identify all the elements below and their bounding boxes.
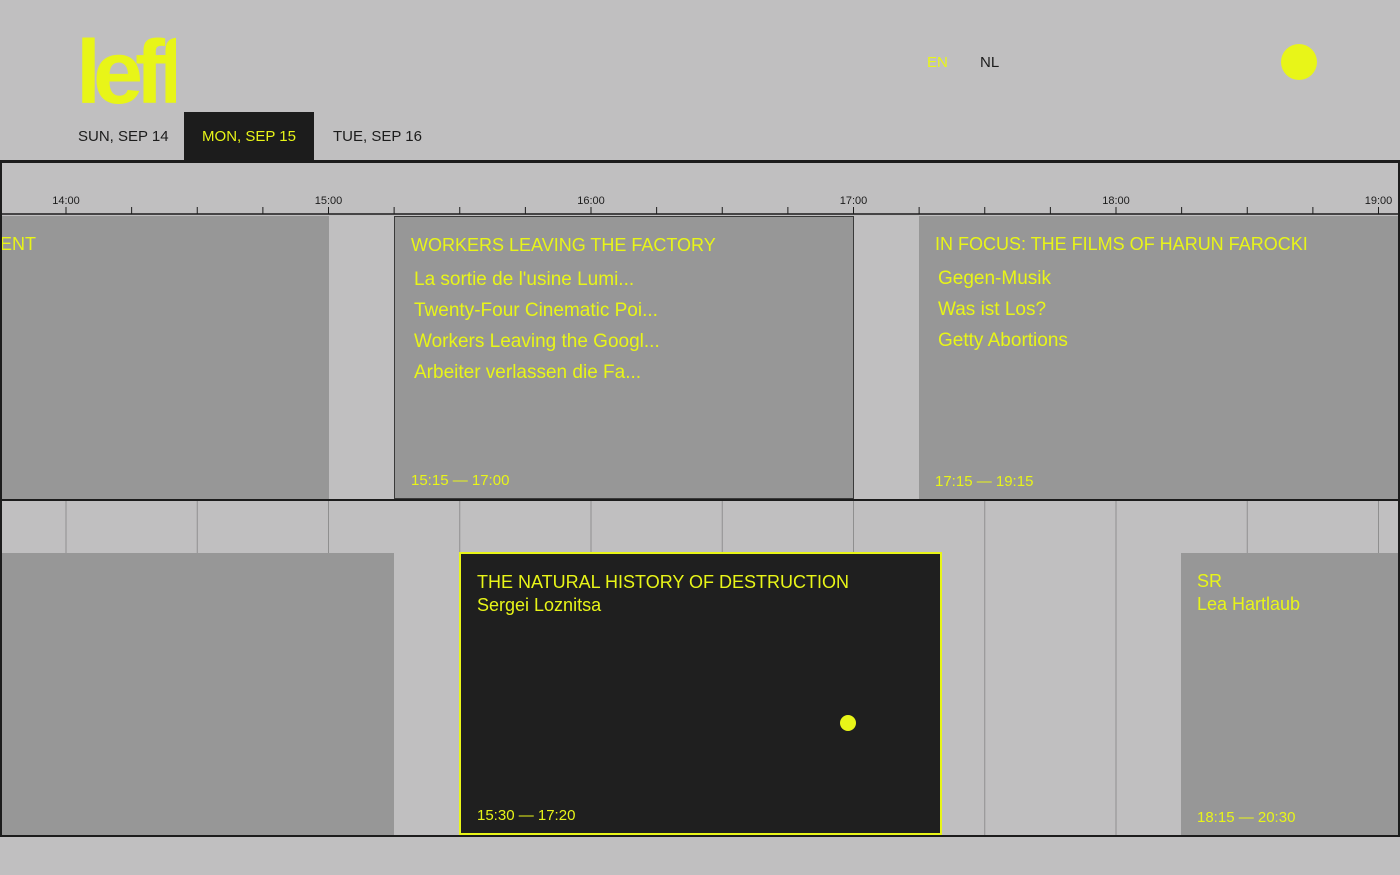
film-item[interactable]: La sortie de l'usine Lumi... [414, 264, 660, 295]
hour-label: 17:00 [840, 195, 868, 207]
event-card-untitled[interactable] [0, 553, 394, 835]
row-divider [0, 499, 1400, 501]
film-item[interactable]: Workers Leaving the Googl... [414, 326, 660, 357]
hour-label: 15:00 [315, 195, 343, 207]
language-en[interactable]: EN [927, 54, 948, 71]
event-title: THE NATURAL HISTORY OF DESTRUCTION [477, 572, 850, 592]
hour-label: 18:00 [1102, 195, 1130, 207]
event-card-harun-farocki[interactable]: IN FOCUS: THE FILMS OF HARUN FAROCKI Geg… [919, 216, 1398, 499]
hour-label: 14:00 [52, 195, 80, 207]
event-title: ENT [0, 234, 36, 254]
language-nl[interactable]: NL [980, 54, 999, 71]
time-ruler: 14:00 15:00 16:00 17:00 18:00 19:00 [0, 195, 1400, 215]
schedule-left-edge [0, 163, 2, 837]
film-item[interactable]: Getty Abortions [938, 325, 1068, 356]
event-time: 18:15 — 20:30 [1197, 809, 1296, 826]
yellow-dot-icon[interactable] [1281, 44, 1317, 80]
event-time: 17:15 — 19:15 [935, 473, 1034, 490]
event-time: 15:30 — 17:20 [477, 807, 576, 824]
tab-tue-sep-16[interactable]: TUE, SEP 16 [333, 112, 422, 161]
film-item[interactable]: Was ist Los? [938, 294, 1068, 325]
event-title: WORKERS LEAVING THE FACTORY [411, 235, 716, 255]
event-card-natural-history[interactable]: THE NATURAL HISTORY OF DESTRUCTION Serge… [459, 552, 942, 835]
film-item[interactable]: Gegen-Musik [938, 263, 1068, 294]
selected-dot-icon [840, 715, 856, 731]
tab-mon-sep-15[interactable]: MON, SEP 15 [184, 112, 314, 161]
event-director: Lea Hartlaub [1197, 594, 1301, 614]
leff-logo[interactable]: leff [76, 30, 176, 110]
tab-sun-sep-14[interactable]: SUN, SEP 14 [78, 112, 169, 161]
event-title: SR [1197, 571, 1223, 591]
film-item[interactable]: Arbeiter verlassen die Fa... [414, 357, 660, 388]
hour-label: 16:00 [577, 195, 605, 207]
event-card-ent[interactable]: ENT [0, 216, 329, 499]
event-card-sr[interactable]: SR Lea Hartlaub 18:15 — 20:30 [1181, 553, 1398, 835]
event-card-workers-leaving[interactable]: WORKERS LEAVING THE FACTORY La sortie de… [394, 216, 854, 499]
film-item[interactable]: Twenty-Four Cinematic Poi... [414, 295, 660, 326]
row-divider [0, 835, 1400, 837]
event-director: Sergei Loznitsa [477, 595, 602, 615]
hour-label: 19:00 [1365, 195, 1393, 207]
svg-text:leff: leff [76, 30, 176, 110]
event-title: IN FOCUS: THE FILMS OF HARUN FAROCKI [935, 234, 1308, 254]
event-time: 15:15 — 17:00 [411, 472, 510, 489]
